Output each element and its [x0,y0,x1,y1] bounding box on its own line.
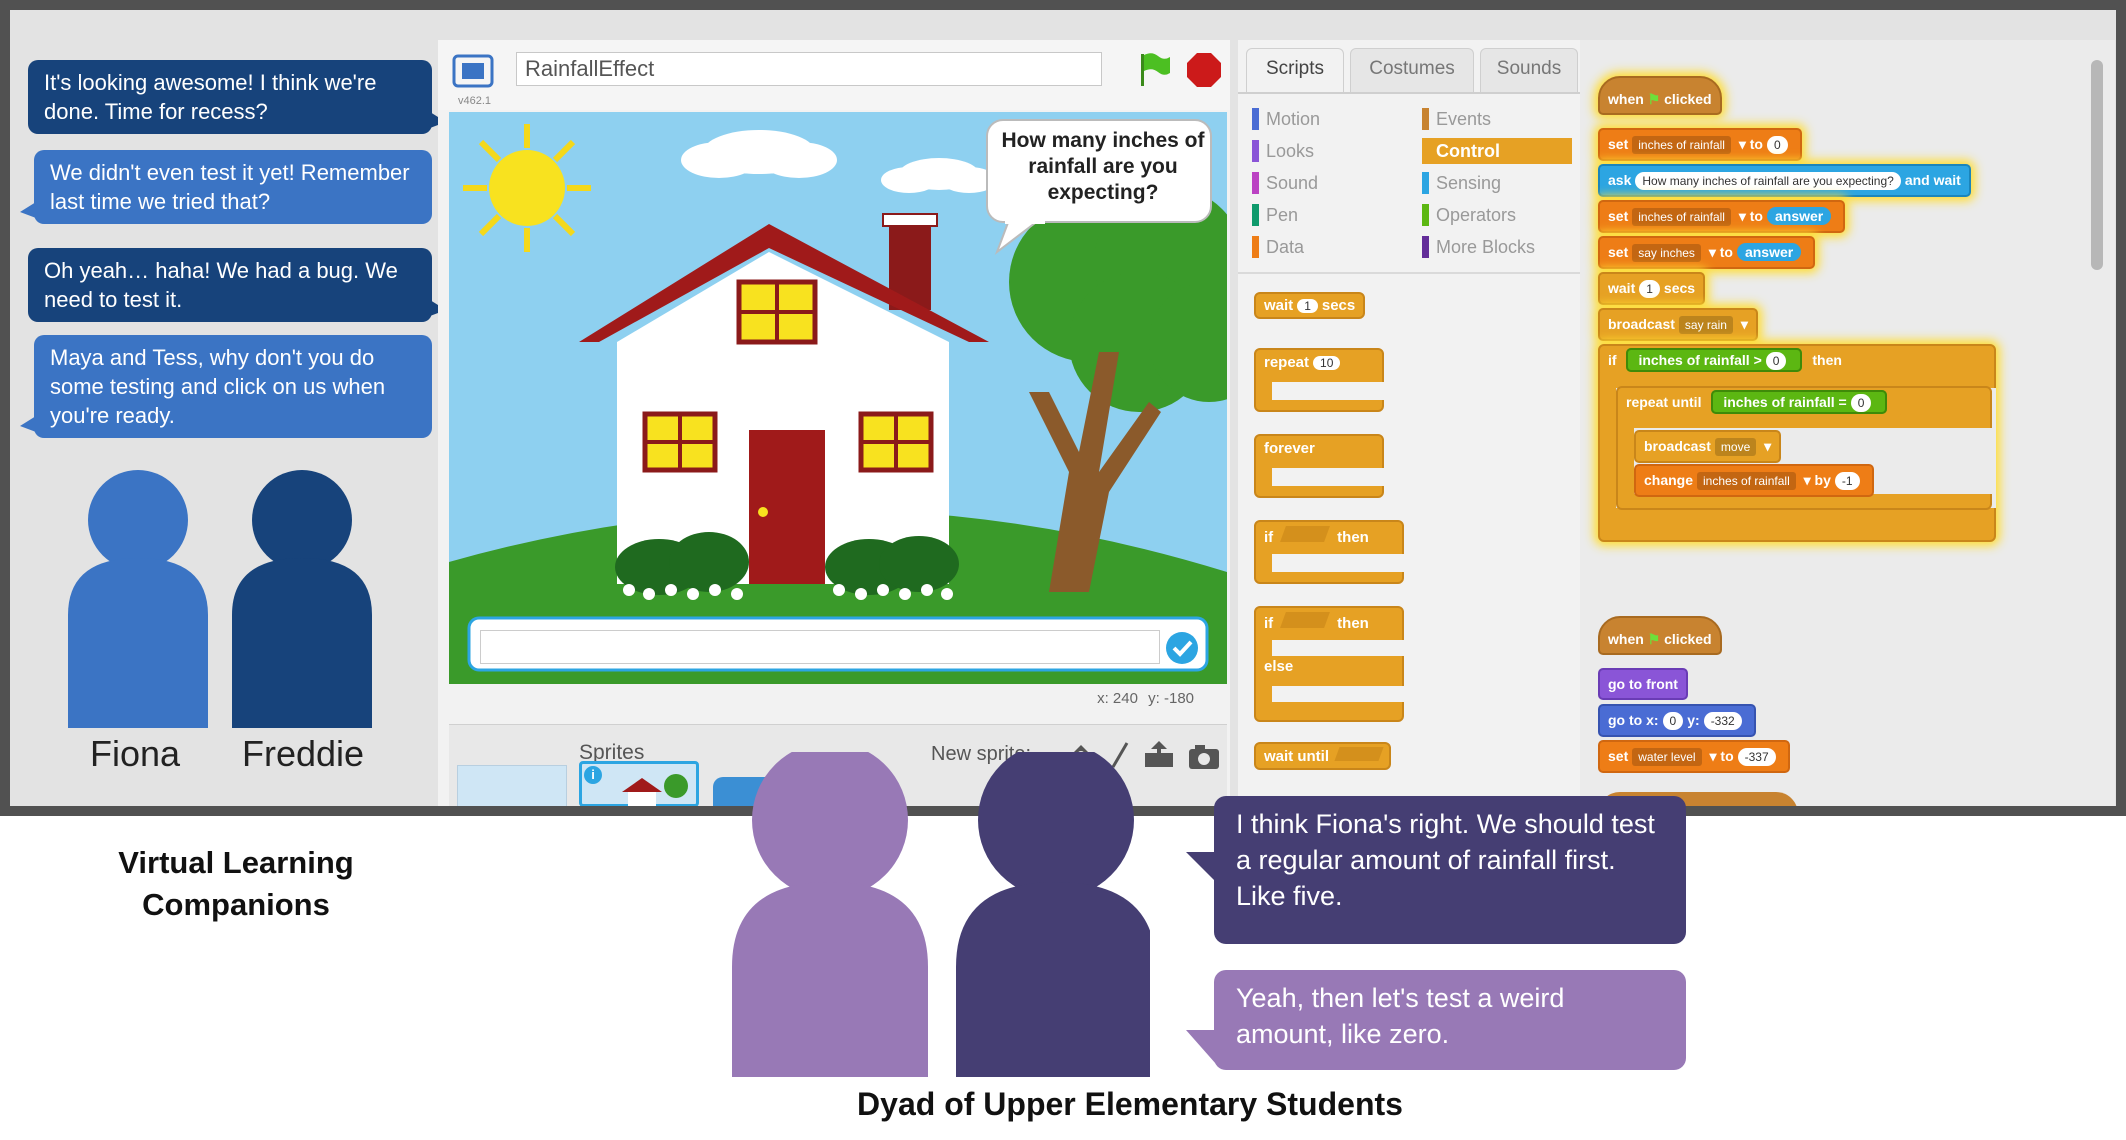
dyad-caption: Dyad of Upper Elementary Students [857,1086,1403,1122]
companion-avatars [68,470,372,728]
equals-operator[interactable]: inches of rainfall = 0 [1711,390,1888,414]
companion-bubble-1[interactable]: It's looking awesome! I think we're done… [28,60,446,134]
fiona-avatar[interactable] [68,470,208,728]
go-to-front-block[interactable]: go to front [1598,668,1688,700]
vlc-caption: Virtual Learning Companions [118,845,354,922]
when-flag-clicked-hat[interactable]: when ⚑ clicked [1598,76,1722,115]
green-flag-icon: ⚑ [1647,631,1661,647]
sun-icon [463,124,591,252]
stage-panel: v462.1 RainfallEffect How many inches of… [438,40,1230,806]
green-flag-icon: ⚑ [1647,91,1661,107]
student-avatar-dark [956,752,1150,1077]
fullscreen-icon[interactable] [452,54,494,90]
project-title-input[interactable] [516,52,1102,86]
palette-repeat-block[interactable]: repeat 10 [1254,348,1384,412]
student-avatar-light [732,752,928,1077]
freddie-name: Freddie [242,733,365,774]
companion-bubble-2[interactable]: We didn't even test it yet! Remember las… [20,150,432,224]
screenshot-frame: It's looking awesome! I think we're done… [0,0,2126,816]
script-scrollbar[interactable] [2091,60,2103,270]
if-then-header: if inches of rainfall >0 then [1600,346,1850,375]
coord-y: y: -180 [1148,690,1194,707]
palette-wait-until-block[interactable]: wait until [1254,742,1391,770]
category-pen[interactable]: Pen [1252,202,1402,228]
checkmark-icon[interactable] [1164,630,1200,666]
freddie-avatar[interactable] [232,470,372,728]
tab-sounds[interactable]: Sounds [1480,48,1578,92]
set-rainfall-answer-block[interactable]: set inches of rainfall ▾ to answer [1598,200,1846,233]
companion-bubble-3[interactable]: Oh yeah… haha! We had a bug. We need to … [28,248,446,322]
palette-if-else-block[interactable]: if then else [1254,606,1404,722]
category-sensing[interactable]: Sensing [1422,170,1572,196]
palette-if-then-block[interactable]: if then [1254,520,1404,584]
version-label: v462.1 [458,95,492,107]
category-control[interactable]: Control [1422,138,1572,164]
set-water-level-block[interactable]: set water level ▾ to -337 [1598,740,1790,773]
tab-costumes[interactable]: Costumes [1350,48,1474,92]
when-flag-clicked-hat-2[interactable]: when ⚑ clicked [1598,616,1722,655]
greater-than-operator[interactable]: inches of rainfall >0 [1626,348,1803,372]
block-palette: Scripts Costumes Sounds Motion Looks Sou… [1238,40,1580,806]
companion-panel: It's looking awesome! I think we're done… [10,10,446,806]
green-flag-icon[interactable] [1134,50,1174,90]
category-more-blocks[interactable]: More Blocks [1422,234,1572,260]
student-bubble-1: I think Fiona's right. We should test a … [1186,796,1686,944]
companion-bubble-4[interactable]: Maya and Tess, why don't you do some tes… [20,335,432,438]
category-events[interactable]: Events [1422,106,1572,132]
sprite-thumbnail-house[interactable]: i [579,761,699,806]
set-rainfall-block[interactable]: set inches of rainfall ▾ to 0 [1598,128,1802,161]
stage-thumbnail[interactable] [457,765,567,806]
category-data[interactable]: Data [1252,234,1402,260]
category-sound[interactable]: Sound [1252,170,1402,196]
script-area[interactable]: when ⚑ clicked set inches of rainfall ▾ t… [1580,40,2115,806]
change-rainfall-block[interactable]: change inches of rainfall ▾ by -1 [1634,464,1874,497]
category-operators[interactable]: Operators [1422,202,1572,228]
palette-forever-block[interactable]: forever [1254,434,1384,498]
fiona-name: Fiona [90,733,181,774]
go-to-xy-block[interactable]: go to x: 0 y: -332 [1598,704,1756,737]
palette-wait-block[interactable]: wait 1 secs [1254,292,1366,319]
sprite-speech-text: How many inches of rainfall are you expe… [1001,129,1205,204]
camera-icon[interactable] [1189,745,1219,769]
stop-icon[interactable] [1184,50,1224,90]
ask-and-wait-block[interactable]: ask How many inches of rainfall are you e… [1598,164,1971,197]
repeat-until-header: repeat until inches of rainfall = 0 [1618,388,1902,417]
wait-1-secs-block[interactable]: wait 1 secs [1598,272,1706,305]
tab-scripts[interactable]: Scripts [1246,48,1344,92]
set-say-inches-block[interactable]: set say inches ▾ to answer [1598,236,1816,269]
info-icon[interactable]: i [584,766,602,784]
mouse-coordinates: x: 240 y: -180 [1097,690,1200,707]
ask-answer-input[interactable] [480,630,1160,664]
broadcast-say-rain-block[interactable]: broadcast say rain ▾ [1598,308,1758,341]
broadcast-move-block[interactable]: broadcast move ▾ [1634,430,1782,463]
student-avatars [732,752,1150,1077]
category-motion[interactable]: Motion [1252,106,1402,132]
coord-x: x: 240 [1097,690,1138,707]
student-bubble-2: Yeah, then let's test a weird amount, li… [1186,970,1686,1070]
category-looks[interactable]: Looks [1252,138,1402,164]
stage-toolbar: v462.1 [438,40,1230,110]
